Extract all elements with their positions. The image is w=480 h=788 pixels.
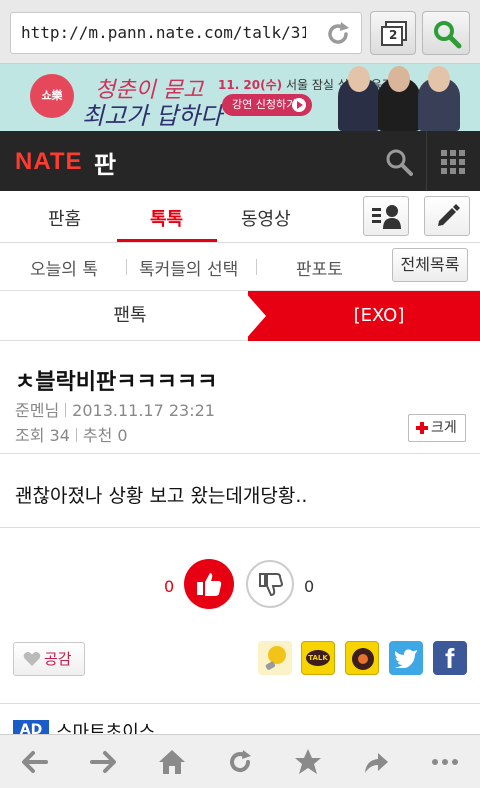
post-body: 괜찮아졌나 상황 보고 왔는데개당황..: [15, 485, 308, 507]
font-larger-label: 크게: [431, 420, 457, 436]
category-arrow: [244, 291, 266, 341]
subnav-separator: [256, 259, 257, 275]
story-circle-icon: [352, 648, 374, 670]
url-bar[interactable]: http://m.pann.nate.com/talk/3199…: [10, 12, 362, 54]
tab-count: 2: [389, 28, 398, 42]
write-post-button[interactable]: [424, 196, 470, 236]
bookmark-star-icon[interactable]: [293, 747, 323, 777]
thumbs-down-icon: [259, 573, 284, 597]
subnav-talkers-choice[interactable]: 톡커들의 선택: [139, 255, 238, 280]
meta-separator: [75, 428, 77, 442]
browser-bottom-bar: [0, 734, 480, 788]
category-bar: [EXO] 팬톡: [0, 291, 480, 341]
downvote-count: 0: [304, 577, 315, 596]
home-icon[interactable]: [157, 747, 187, 777]
banner-slogan-line2: 최고가 답하다: [82, 102, 223, 130]
banner-cta-label: 강연 신청하기: [232, 98, 297, 111]
browser-toolbar: http://m.pann.nate.com/talk/3199… 2: [0, 0, 480, 64]
share-arrow-icon[interactable]: [361, 747, 391, 777]
reload-icon[interactable]: [323, 19, 353, 49]
section-title[interactable]: 판: [94, 145, 116, 180]
post-datetime: 2013.11.17 23:21: [72, 401, 215, 420]
post-meta: 준멘님 2013.11.17 23:21: [15, 397, 215, 421]
thumbs-up-icon: [197, 573, 222, 596]
header-divider: [426, 131, 427, 191]
active-tab-indicator: [117, 239, 217, 242]
subnav-pan-photo[interactable]: 판포토: [296, 255, 343, 280]
kakaostory-share-icon[interactable]: [345, 641, 379, 675]
nate-logo[interactable]: NATE: [15, 148, 83, 176]
plus-icon: [415, 421, 429, 435]
like-label: 공감: [44, 650, 72, 668]
category-fantalk[interactable]: 팬톡: [0, 291, 260, 341]
user-list-icon: [372, 205, 401, 229]
more-menu-icon[interactable]: [430, 747, 460, 777]
banner-date-day: 11. 20(수): [218, 78, 283, 92]
refresh-icon[interactable]: [225, 747, 255, 777]
subnav-separator: [126, 259, 127, 275]
facebook-share-icon[interactable]: f: [433, 641, 467, 675]
all-list-button[interactable]: 전체목록: [392, 248, 468, 282]
divider: [0, 453, 480, 454]
post-author[interactable]: 준멘님: [15, 401, 59, 420]
divider: [0, 527, 480, 528]
upvote-count: 0: [164, 577, 175, 596]
forward-arrow-icon[interactable]: [88, 747, 118, 777]
speaker-photo-1: [338, 66, 380, 131]
play-arrow-icon: [292, 98, 306, 112]
twitter-share-icon[interactable]: [389, 641, 423, 675]
subnav-today-talk[interactable]: 오늘의 톡: [30, 255, 98, 280]
recommend-count: 추천 0: [82, 426, 128, 445]
speaker-photo-3: [418, 66, 460, 131]
my-profile-button[interactable]: [363, 196, 409, 236]
mystory-share-icon[interactable]: [258, 641, 292, 675]
facebook-f-icon: f: [445, 643, 455, 674]
speaker-photo-2: [378, 66, 420, 131]
menu-grid-icon[interactable]: [441, 150, 465, 174]
tab-toktok[interactable]: 톡톡: [150, 205, 183, 231]
url-text[interactable]: http://m.pann.nate.com/talk/3199…: [21, 23, 306, 42]
meta-separator: [65, 403, 67, 417]
search-icon: [434, 21, 462, 49]
browser-search-button[interactable]: [422, 11, 470, 55]
top-banner-ad[interactable]: 쇼樂 청춘이 묻고 최고가 답하다 11. 20(수) 서울 잠실 실내체육관 …: [0, 64, 480, 131]
tabs-button[interactable]: 2: [370, 11, 416, 55]
tab-pan-home[interactable]: 판홈: [48, 205, 81, 231]
downvote-button[interactable]: [246, 560, 294, 608]
back-arrow-icon[interactable]: [20, 747, 50, 777]
talk-bubble-icon: TALK: [306, 650, 330, 666]
heart-icon: [23, 652, 41, 666]
kakaotalk-share-icon[interactable]: TALK: [301, 641, 335, 675]
view-count: 조회 34: [15, 426, 70, 445]
font-larger-button[interactable]: 크게: [408, 414, 466, 442]
like-button[interactable]: 공감: [13, 642, 85, 676]
twitter-bird-icon: [394, 649, 417, 668]
banner-cta-button[interactable]: 강연 신청하기: [222, 94, 312, 116]
pencil-icon: [438, 204, 460, 226]
banner-logo: 쇼樂: [30, 74, 74, 118]
divider: [0, 703, 480, 704]
category-exo[interactable]: [EXO]: [248, 291, 480, 341]
post-title: ㅊ블락비판ㅋㅋㅋㅋㅋ: [15, 370, 218, 395]
search-icon[interactable]: [385, 148, 413, 176]
post-stats: 조회 34 추천 0: [15, 422, 128, 446]
bulb-icon: [265, 646, 286, 670]
upvote-button[interactable]: [184, 559, 234, 609]
tab-video[interactable]: 동영상: [241, 205, 291, 231]
